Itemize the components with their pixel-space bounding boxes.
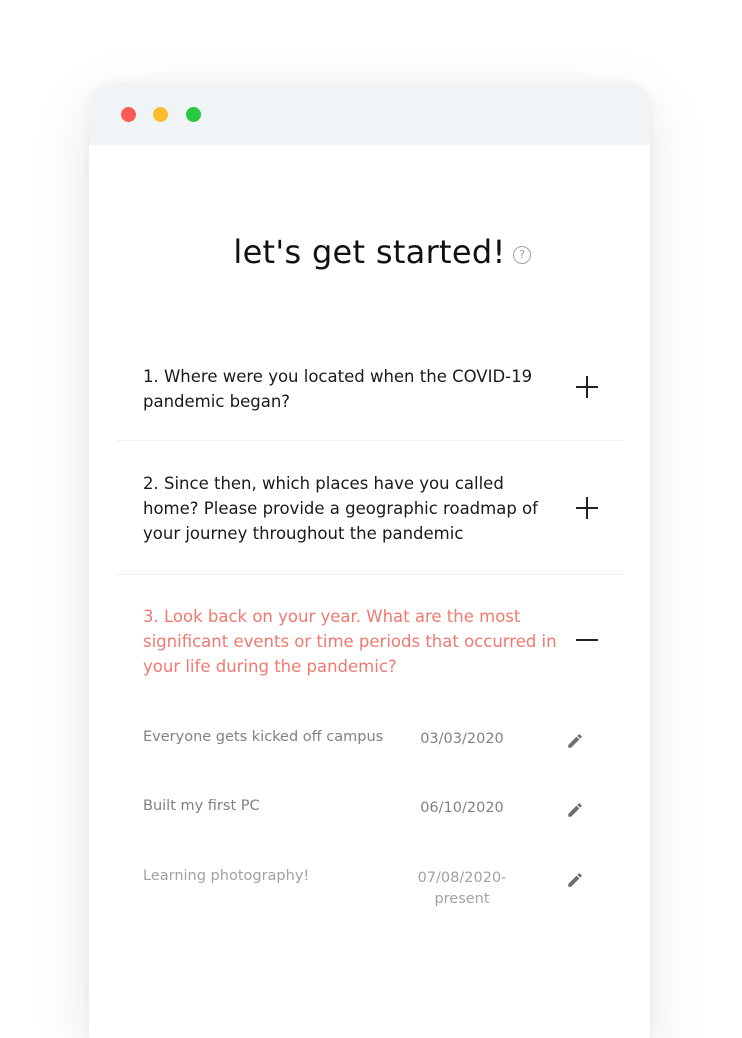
question-1-label[interactable]: 1. Where were you located when the COVID… — [143, 364, 563, 414]
close-window-button[interactable] — [121, 107, 136, 122]
title-bar — [89, 83, 650, 145]
minus-icon[interactable] — [575, 628, 599, 652]
event-date: 06/10/2020 — [420, 800, 504, 816]
event-date: 07/08/2020- present — [417, 870, 507, 907]
minimize-window-button[interactable] — [153, 107, 168, 122]
divider — [116, 440, 624, 441]
maximize-window-button[interactable] — [186, 107, 201, 122]
help-icon[interactable]: ? — [513, 246, 531, 264]
divider — [116, 574, 624, 575]
event-title: Built my first PC — [143, 798, 260, 814]
page-title: let's get started! — [233, 233, 506, 271]
event-title: Everyone gets kicked off campus — [143, 729, 384, 745]
event-title: Learning photography! — [143, 868, 310, 884]
pencil-icon[interactable] — [566, 871, 584, 889]
question-3-label[interactable]: 3. Look back on your year. What are the … — [143, 604, 563, 679]
question-2-label[interactable]: 2. Since then, which places have you cal… — [143, 471, 563, 546]
event-date: 03/03/2020 — [420, 731, 504, 747]
plus-icon[interactable] — [575, 375, 599, 399]
bottom-fade — [89, 928, 650, 1038]
pencil-icon[interactable] — [566, 732, 584, 750]
pencil-icon[interactable] — [566, 801, 584, 819]
plus-icon[interactable] — [575, 496, 599, 520]
app-window: let's get started! ? 1. Where were you l… — [89, 83, 650, 1038]
